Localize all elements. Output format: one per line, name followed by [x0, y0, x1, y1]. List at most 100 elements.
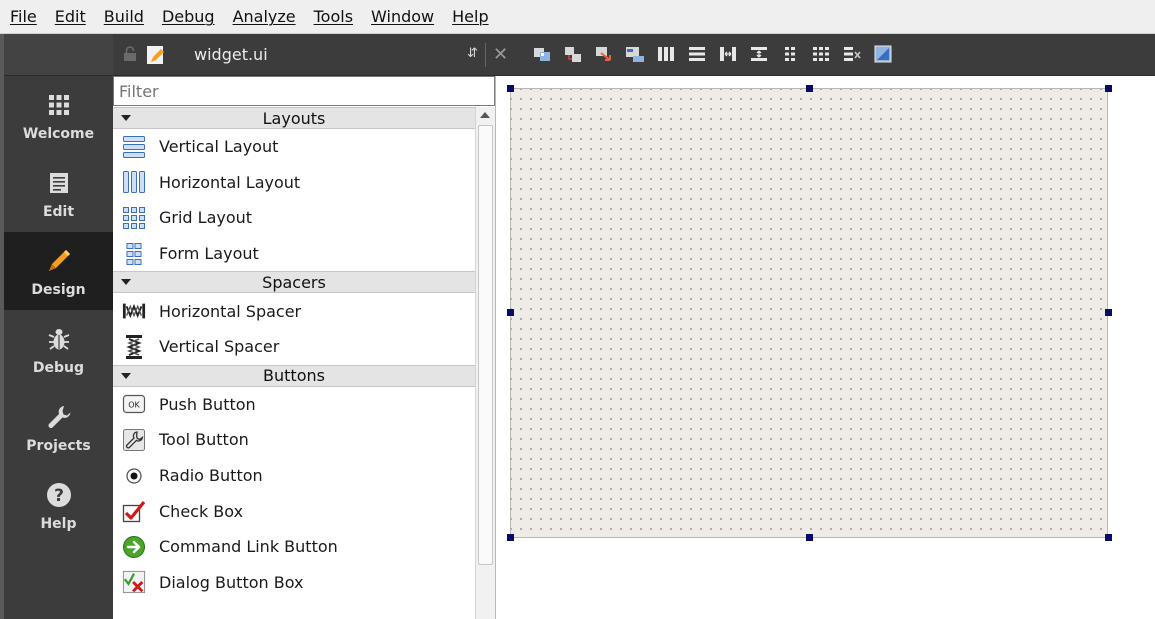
- widget-item-label: Check Box: [159, 501, 244, 521]
- vertical-layout-icon: [122, 135, 146, 159]
- edit-tab-order-icon[interactable]: [623, 42, 647, 66]
- widget-item-label: Horizontal Spacer: [159, 301, 302, 321]
- check-box-icon: [122, 499, 146, 523]
- menu-help[interactable]: Help: [452, 7, 488, 26]
- resize-handle-bottom[interactable]: [806, 534, 813, 541]
- ui-file-icon: [147, 46, 164, 64]
- widget-item-grid-layout[interactable]: Grid Layout: [113, 200, 475, 236]
- adjust-size-icon[interactable]: [871, 42, 895, 66]
- bug-icon: [47, 322, 71, 356]
- mode-edit[interactable]: Edit: [4, 154, 113, 232]
- designer-toolbar: widget.ui ⇵ ✕: [113, 34, 1155, 76]
- category-label: Layouts: [262, 108, 326, 128]
- widget-list-scrollbar[interactable]: [475, 107, 495, 619]
- command-link-icon: [122, 535, 146, 559]
- menu-analyze[interactable]: Analyze: [233, 7, 296, 26]
- mode-label: Help: [40, 516, 77, 532]
- mode-label: Projects: [26, 438, 91, 454]
- toolbar-separator: [485, 43, 486, 67]
- menu-bar: File Edit Build Debug Analyze Tools Wind…: [0, 0, 1155, 34]
- grid-icon: [48, 88, 70, 122]
- break-layout-icon[interactable]: [840, 42, 864, 66]
- form-widget-canvas[interactable]: [510, 88, 1108, 538]
- resize-handle-right[interactable]: [1105, 309, 1112, 316]
- category-label: Spacers: [262, 272, 326, 292]
- widget-item-label: Push Button: [159, 394, 256, 414]
- collapse-triangle-icon[interactable]: [121, 372, 131, 379]
- menu-tools[interactable]: Tools: [314, 7, 353, 26]
- mode-sidebar: Welcome Edit Design Debug Projects ? Hel…: [4, 34, 113, 619]
- category-label: Buttons: [263, 366, 325, 386]
- mode-label: Edit: [42, 204, 75, 220]
- widget-item-radio-button[interactable]: Radio Button: [113, 458, 475, 494]
- menu-edit[interactable]: Edit: [55, 7, 86, 26]
- category-spacers[interactable]: Spacers: [113, 271, 475, 294]
- widget-item-label: Grid Layout: [159, 208, 253, 228]
- widget-item-vertical-layout[interactable]: Vertical Layout: [113, 129, 475, 165]
- layout-vertical-splitter-icon[interactable]: [747, 42, 771, 66]
- edit-signals-slots-icon[interactable]: [561, 42, 585, 66]
- category-buttons[interactable]: Buttons: [113, 364, 475, 387]
- document-switch-icon[interactable]: ⇵: [467, 46, 478, 61]
- widget-item-tool-button[interactable]: Tool Button: [113, 422, 475, 458]
- mode-help[interactable]: ? Help: [4, 466, 113, 544]
- collapse-triangle-icon[interactable]: [121, 279, 131, 286]
- resize-handle-top-left[interactable]: [507, 85, 514, 92]
- mode-projects[interactable]: Projects: [4, 388, 113, 466]
- svg-text:OK: OK: [128, 401, 140, 410]
- mode-debug[interactable]: Debug: [4, 310, 113, 388]
- widget-item-push-button[interactable]: OK Push Button: [113, 387, 475, 423]
- resize-handle-left[interactable]: [507, 309, 514, 316]
- layout-form-icon[interactable]: [778, 42, 802, 66]
- widget-item-command-link-button[interactable]: Command Link Button: [113, 529, 475, 565]
- widget-item-label: Form Layout: [159, 244, 259, 264]
- scrollbar-thumb[interactable]: [478, 125, 493, 565]
- menu-build[interactable]: Build: [104, 7, 144, 26]
- lock-icon[interactable]: [123, 46, 137, 62]
- push-button-icon: OK: [122, 392, 146, 416]
- widget-item-label: Command Link Button: [159, 537, 338, 557]
- mode-welcome[interactable]: Welcome: [4, 76, 113, 154]
- resize-handle-top[interactable]: [806, 85, 813, 92]
- widget-item-label: Vertical Layout: [159, 137, 279, 157]
- mode-label: Welcome: [22, 126, 95, 142]
- resize-handle-bottom-left[interactable]: [507, 534, 514, 541]
- open-document-name[interactable]: widget.ui: [194, 45, 268, 64]
- layout-vertical-icon[interactable]: [685, 42, 709, 66]
- vertical-spacer-icon: [122, 334, 146, 359]
- close-document-icon[interactable]: ✕: [493, 44, 508, 65]
- mode-label: Design: [31, 282, 86, 298]
- menu-window[interactable]: Window: [371, 7, 434, 26]
- widget-item-label: Vertical Spacer: [159, 337, 280, 357]
- scroll-up-arrow-icon[interactable]: [480, 112, 490, 118]
- widget-list: Layouts Vertical Layout Horizontal Layou…: [113, 107, 475, 619]
- widget-item-horizontal-spacer[interactable]: Horizontal Spacer: [113, 293, 475, 329]
- horizontal-spacer-icon: [122, 299, 146, 323]
- menu-file[interactable]: File: [10, 7, 37, 26]
- layout-horizontal-icon[interactable]: [654, 42, 678, 66]
- svg-text:?: ?: [54, 486, 64, 506]
- category-layouts[interactable]: Layouts: [113, 107, 475, 129]
- widget-item-dialog-button-box[interactable]: Dialog Button Box: [113, 565, 475, 601]
- widget-item-label: Dialog Button Box: [159, 572, 304, 592]
- layout-horizontal-splitter-icon[interactable]: [716, 42, 740, 66]
- help-icon: ?: [46, 478, 72, 512]
- mode-design[interactable]: Design: [4, 232, 113, 310]
- layout-grid-icon[interactable]: [809, 42, 833, 66]
- mode-label: Debug: [32, 360, 85, 376]
- widget-item-label: Tool Button: [159, 430, 249, 450]
- resize-handle-bottom-right[interactable]: [1105, 534, 1112, 541]
- widget-item-vertical-spacer[interactable]: Vertical Spacer: [113, 329, 475, 365]
- horizontal-layout-icon: [122, 170, 146, 194]
- edit-buddies-icon[interactable]: [592, 42, 616, 66]
- filter-input[interactable]: [113, 76, 495, 106]
- edit-widgets-icon[interactable]: [530, 42, 554, 66]
- widget-item-check-box[interactable]: Check Box: [113, 493, 475, 529]
- document-icon: [49, 166, 69, 200]
- resize-handle-top-right[interactable]: [1105, 85, 1112, 92]
- widget-item-label: Radio Button: [159, 466, 263, 486]
- widget-item-form-layout[interactable]: Form Layout: [113, 236, 475, 272]
- menu-debug[interactable]: Debug: [162, 7, 215, 26]
- widget-item-horizontal-layout[interactable]: Horizontal Layout: [113, 165, 475, 201]
- collapse-triangle-icon[interactable]: [121, 115, 131, 121]
